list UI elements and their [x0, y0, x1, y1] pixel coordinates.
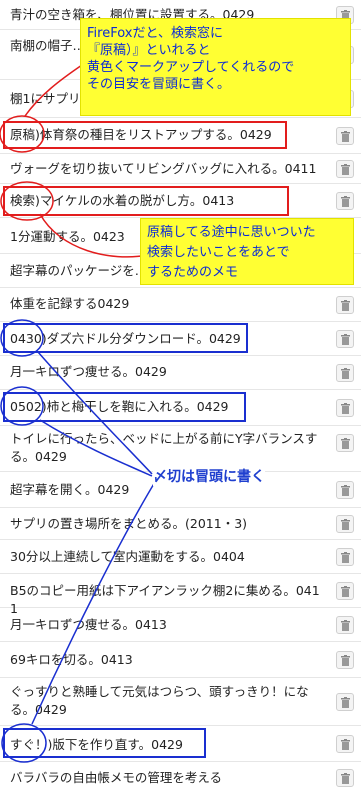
delete-button[interactable]: [336, 693, 354, 711]
delete-button[interactable]: [336, 515, 354, 533]
trash-icon: [341, 196, 350, 207]
trash-icon: [341, 131, 350, 142]
item-text: トイレに行ったら、ベッドに上がる前にY字バランスする。0429: [10, 431, 318, 464]
delete-button[interactable]: [336, 651, 354, 669]
trash-icon: [341, 368, 350, 379]
delete-button[interactable]: [336, 616, 354, 634]
item-text: ヴォーグを切り抜いてリビングバッグに入れる。0411: [10, 161, 317, 176]
note-deadline: 〆切は冒頭に書く: [153, 466, 265, 486]
item-text: 月一キロずつ痩せる。0413: [10, 617, 167, 632]
note-firefox-markup: FireFoxだと、検索窓に 『原稿）』といれると 黄色くマークアップしてくれる…: [80, 18, 351, 116]
trash-icon: [341, 164, 350, 175]
note-line: 『原稿）』といれると: [87, 43, 211, 58]
note-line: 黄色くマークアップしてくれるので: [87, 60, 295, 75]
list-item[interactable]: サプリの置き場所をまとめる。(2011・3): [0, 508, 361, 540]
item-text: バラバラの自由帳メモの管理を考える: [10, 770, 223, 785]
list-item[interactable]: 69キロを切る。0413: [0, 642, 361, 678]
trash-icon: [341, 620, 350, 631]
list-item[interactable]: 体重を記録する0429: [0, 288, 361, 322]
note-line: 検索したいことをあとで: [147, 245, 290, 260]
trash-icon: [341, 739, 350, 750]
kensaku-marker-box: [3, 186, 289, 216]
delete-button[interactable]: [336, 127, 354, 145]
trash-icon: [341, 438, 350, 449]
trash-icon: [341, 655, 350, 666]
item-text: 69キロを切る。0413: [10, 652, 133, 667]
note-search-memo: 原稿してる途中に思いついた 検索したいことをあとで するためのメモ: [140, 218, 354, 285]
deadline-marker-box-3: [3, 728, 206, 758]
note-line: 原稿してる途中に思いついた: [147, 225, 316, 240]
delete-button[interactable]: [336, 330, 354, 348]
trash-icon: [341, 773, 350, 784]
list-item[interactable]: ぐっすりと熟睡して元気はつらつ、頭すっきり！になる。0429: [0, 678, 361, 726]
list-item[interactable]: バラバラの自由帳メモの管理を考える: [0, 762, 361, 793]
delete-button[interactable]: [336, 735, 354, 753]
trash-icon: [341, 552, 350, 563]
deadline-marker-box-2: [3, 392, 246, 422]
list-item[interactable]: 月一キロずつ痩せる。0413: [0, 608, 361, 642]
item-text: 体重を記録する0429: [10, 296, 130, 311]
item-text: ぐっすりと熟睡して元気はつらつ、頭すっきり！になる。0429: [10, 684, 309, 717]
delete-button[interactable]: [336, 296, 354, 314]
delete-button[interactable]: [336, 548, 354, 566]
note-line: その目安を冒頭に書く。: [87, 77, 231, 92]
note-line: するためのメモ: [147, 265, 239, 280]
delete-button[interactable]: [336, 769, 354, 787]
delete-button[interactable]: [336, 582, 354, 600]
list-item[interactable]: ヴォーグを切り抜いてリビングバッグに入れる。0411: [0, 154, 361, 184]
trash-icon: [341, 586, 350, 597]
item-text: 月一キロずつ痩せる。0429: [10, 364, 167, 379]
item-text: 30分以上連続して室内運動をする。0404: [10, 549, 245, 564]
trash-icon: [341, 485, 350, 496]
delete-button[interactable]: [336, 160, 354, 178]
note-line: FireFoxだと、検索窓に: [87, 26, 223, 41]
delete-button[interactable]: [336, 399, 354, 417]
item-text: サプリの置き場所をまとめる。(2011・3): [10, 516, 248, 531]
trash-icon: [341, 519, 350, 530]
list-item[interactable]: 月一キロずつ痩せる。0429: [0, 356, 361, 390]
trash-icon: [341, 334, 350, 345]
deadline-marker-box-1: [3, 323, 248, 353]
delete-button[interactable]: [336, 481, 354, 499]
list-item[interactable]: B5のコピー用紙は下アイアンラック棚2に集める。0411: [0, 574, 361, 616]
delete-button[interactable]: [336, 434, 354, 452]
trash-icon: [341, 403, 350, 414]
delete-button[interactable]: [336, 192, 354, 210]
trash-icon: [341, 300, 350, 311]
trash-icon: [341, 697, 350, 708]
list-item[interactable]: 30分以上連続して室内運動をする。0404: [0, 540, 361, 574]
genko-marker-box: [3, 121, 287, 149]
delete-button[interactable]: [336, 364, 354, 382]
